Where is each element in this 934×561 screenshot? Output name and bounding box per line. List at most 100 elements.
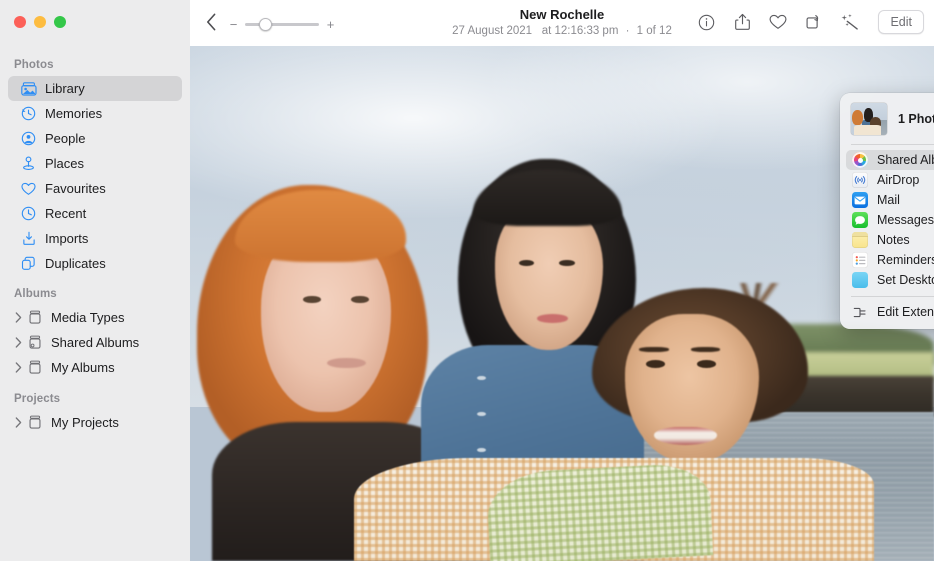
desktop-picture-icon — [852, 272, 868, 288]
slider-track — [245, 23, 319, 26]
minimize-button[interactable] — [34, 16, 46, 28]
library-icon — [20, 80, 37, 97]
popover-divider — [851, 296, 934, 297]
share-item-messages[interactable]: Messages — [846, 210, 934, 230]
memories-icon — [20, 105, 37, 122]
share-item-label: Mail — [877, 193, 900, 207]
share-item-label: Set Desktop Picture — [877, 273, 934, 287]
photo-time: at 12:16:33 pm — [542, 25, 619, 37]
chevron-right-icon[interactable] — [12, 337, 24, 349]
person-three-collar — [485, 463, 713, 561]
info-icon[interactable] — [694, 10, 718, 34]
share-item-mail[interactable]: Mail — [846, 190, 934, 210]
person-three-eye — [697, 360, 716, 368]
sidebar-item-recent[interactable]: Recent — [8, 201, 182, 226]
zoom-slider-control[interactable]: − + — [229, 18, 335, 32]
photo-image — [190, 46, 934, 561]
rotate-icon[interactable] — [802, 10, 826, 34]
zoom-in-label[interactable]: + — [326, 18, 335, 31]
shared-album-icon — [26, 334, 43, 351]
share-item-set-desktop-picture[interactable]: Set Desktop Picture — [846, 270, 934, 290]
slider-knob[interactable] — [259, 18, 272, 31]
clock-icon — [20, 205, 37, 222]
share-item-label: Messages — [877, 213, 934, 227]
extensions-icon — [852, 304, 868, 320]
toolbar-right-group: Edit — [694, 10, 924, 34]
sidebar: Photos Library Memories People — [0, 0, 190, 561]
share-item-label: Notes — [877, 233, 910, 247]
share-item-label: Shared Albums — [877, 153, 934, 167]
sidebar-item-people[interactable]: People — [8, 126, 182, 151]
photos-app-window: Photos Library Memories People — [0, 0, 934, 561]
sidebar-section-photos-label: Photos — [14, 59, 54, 71]
share-item-label: Reminders — [877, 253, 934, 267]
share-item-reminders[interactable]: Reminders — [846, 250, 934, 270]
toolbar: − + New Rochelle 27 August 2021 at 12:16… — [190, 0, 934, 46]
window-controls — [14, 16, 66, 28]
sidebar-item-label: Media Types — [51, 310, 124, 325]
chevron-right-icon[interactable] — [12, 417, 24, 429]
sidebar-item-label: My Projects — [51, 415, 119, 430]
airdrop-icon — [852, 172, 868, 188]
album-icon — [26, 309, 43, 326]
sidebar-item-my-projects[interactable]: My Projects — [8, 410, 182, 435]
sidebar-item-memories[interactable]: Memories — [8, 101, 182, 126]
sidebar-item-label: People — [45, 131, 85, 146]
sidebar-item-shared-albums[interactable]: Shared Albums — [8, 330, 182, 355]
share-item-shared-albums[interactable]: Shared Albums — [846, 150, 934, 170]
sidebar-item-label: Shared Albums — [51, 335, 139, 350]
zoom-slider[interactable] — [245, 18, 319, 32]
sidebar-item-label: Imports — [45, 231, 88, 246]
selection-count-label: 1 Photo Selected — [898, 112, 934, 126]
back-chevron-icon[interactable] — [206, 13, 217, 36]
share-item-notes[interactable]: Notes — [846, 230, 934, 250]
album-icon — [26, 414, 43, 431]
sidebar-group-albums: Media Types Shared Albums My Albums — [0, 305, 190, 380]
share-icon[interactable] — [730, 10, 754, 34]
photo-viewer[interactable]: 1 Photo Selected Shared Albums AirDrop — [190, 46, 934, 561]
people-icon — [20, 130, 37, 147]
notes-app-icon — [852, 232, 868, 248]
person-one-lips — [327, 358, 366, 369]
sidebar-item-label: Favourites — [45, 181, 106, 196]
sidebar-item-imports[interactable]: Imports — [8, 226, 182, 251]
sidebar-item-label: Library — [45, 81, 85, 96]
metadata-separator: · — [626, 25, 630, 37]
sidebar-group-photos: Library Memories People Places — [0, 76, 190, 276]
import-icon — [20, 230, 37, 247]
sidebar-item-favourites[interactable]: Favourites — [8, 176, 182, 201]
person-two-lips — [537, 314, 568, 323]
photo-date: 27 August 2021 — [452, 25, 532, 37]
share-item-edit-extensions[interactable]: Edit Extensions… — [846, 302, 934, 322]
album-icon — [26, 359, 43, 376]
chevron-right-icon[interactable] — [12, 362, 24, 374]
sidebar-item-duplicates[interactable]: Duplicates — [8, 251, 182, 276]
sidebar-item-places[interactable]: Places — [8, 151, 182, 176]
photos-app-icon — [852, 152, 868, 168]
chevron-right-icon[interactable] — [12, 312, 24, 324]
edit-button[interactable]: Edit — [878, 10, 924, 34]
person-three-eye — [646, 360, 665, 368]
sidebar-item-label: Recent — [45, 206, 86, 221]
mail-app-icon — [852, 192, 868, 208]
favourite-icon[interactable] — [766, 10, 790, 34]
share-menu-popover: 1 Photo Selected Shared Albums AirDrop — [840, 93, 934, 329]
sidebar-item-my-albums[interactable]: My Albums — [8, 355, 182, 380]
toolbar-left-group: − + — [206, 13, 335, 36]
heart-icon — [20, 180, 37, 197]
share-item-label: AirDrop — [877, 173, 919, 187]
sidebar-item-library[interactable]: Library — [8, 76, 182, 101]
messages-app-icon — [852, 212, 868, 228]
reminders-app-icon — [852, 252, 868, 268]
close-button[interactable] — [14, 16, 26, 28]
sidebar-item-label: Duplicates — [45, 256, 106, 271]
share-item-airdrop[interactable]: AirDrop — [846, 170, 934, 190]
sidebar-item-label: Places — [45, 156, 84, 171]
enhance-icon[interactable] — [838, 10, 862, 34]
duplicates-icon — [20, 255, 37, 272]
sidebar-item-media-types[interactable]: Media Types — [8, 305, 182, 330]
maximize-button[interactable] — [54, 16, 66, 28]
person-three-smile — [654, 427, 717, 445]
selected-photo-thumbnail — [851, 103, 887, 135]
zoom-out-label[interactable]: − — [229, 18, 238, 31]
